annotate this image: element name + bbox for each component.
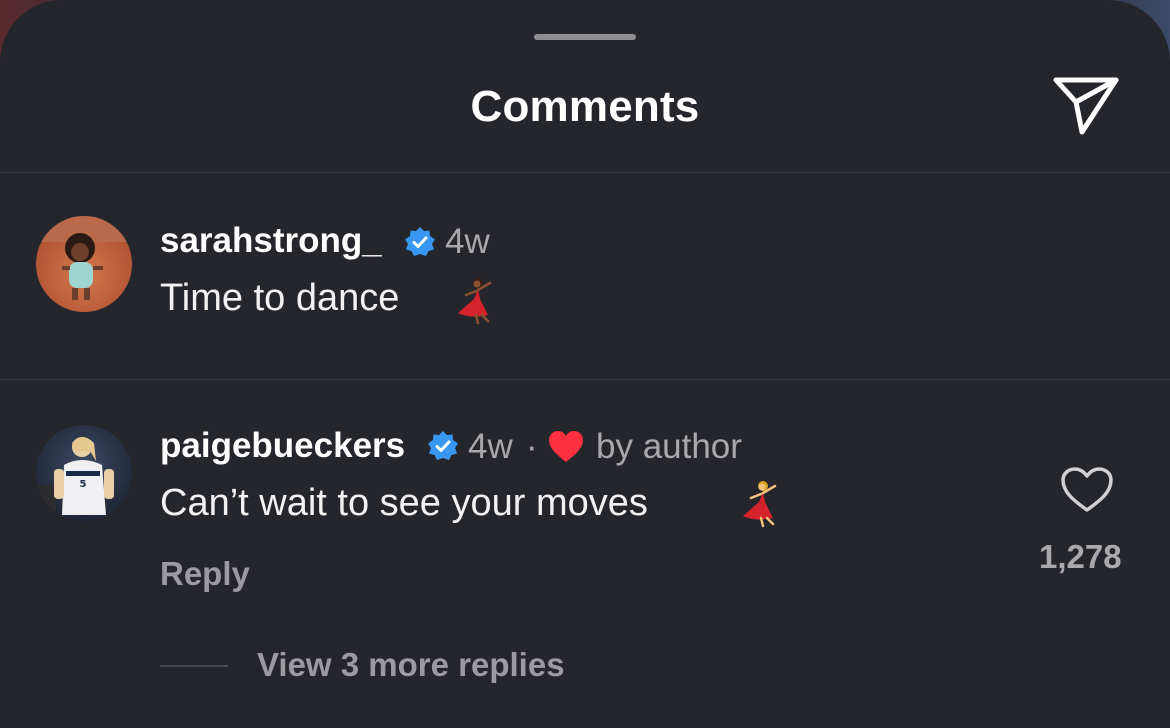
avatar-photo — [36, 216, 132, 312]
verified-badge-icon — [428, 431, 458, 460]
avatar[interactable] — [36, 216, 132, 312]
meta-separator: · — [526, 427, 538, 466]
sheet-title: Comments — [470, 82, 700, 131]
woman-dancing-emoji — [458, 278, 492, 325]
comment-timestamp: 4w — [445, 222, 490, 261]
liked-by-author-label: by author — [596, 427, 742, 466]
comment-username[interactable]: paigebueckers — [160, 426, 405, 466]
comment-username[interactable]: sarahstrong_ — [160, 221, 382, 261]
verified-badge-icon — [405, 227, 435, 256]
heart-outline-icon — [1061, 467, 1113, 512]
comment-timestamp: 4w — [468, 427, 513, 466]
like-button[interactable] — [1060, 466, 1114, 514]
woman-dancing-emoji — [743, 481, 777, 528]
sheet-grabber-handle[interactable] — [534, 34, 636, 40]
like-count: 1,278 — [1039, 538, 1122, 575]
paper-plane-icon — [1053, 77, 1119, 135]
comment-text: Time to dance — [160, 277, 400, 319]
share-button[interactable] — [1050, 72, 1122, 138]
header-divider — [0, 172, 1170, 173]
avatar-photo: 5 — [36, 425, 132, 521]
view-more-replies-button[interactable]: View 3 more replies — [257, 646, 565, 684]
comment-text: Can’t wait to see your moves — [160, 482, 648, 524]
comments-sheet: Comments sarahstrong_ 4w Time to dance 5… — [0, 0, 1170, 728]
heart-filled-icon — [549, 431, 583, 462]
avatar[interactable]: 5 — [36, 425, 132, 521]
comment-divider — [0, 379, 1170, 380]
replies-connector-line — [160, 665, 228, 667]
svg-text:5: 5 — [80, 479, 87, 490]
reply-button[interactable]: Reply — [160, 555, 250, 593]
